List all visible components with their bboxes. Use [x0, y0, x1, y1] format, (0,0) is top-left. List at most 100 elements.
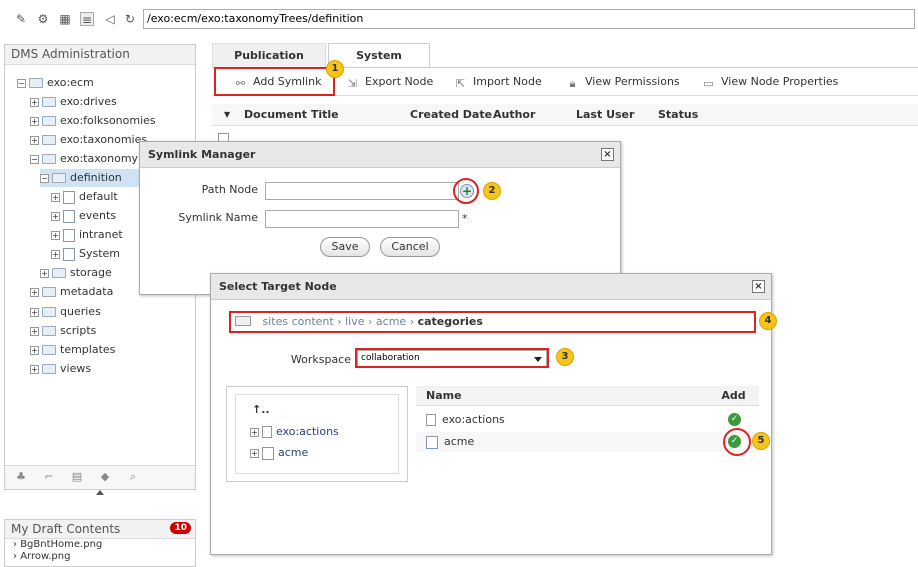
tree-item-exo-ecm[interactable]: − exo:ecm	[17, 74, 94, 92]
tab-publication[interactable]: Publication	[212, 43, 326, 67]
add-check-icon[interactable]: ✓	[728, 413, 741, 426]
drafts-title: My Draft Contents	[11, 522, 121, 536]
top-toolbar: ✎ ⚙ ▦ ≡ ◁ ↻ /exo:ecm/exo:taxonomyTrees/d…	[0, 0, 918, 38]
folder-icon	[52, 173, 66, 183]
save-button[interactable]: Save	[320, 237, 370, 257]
tree-item-system[interactable]: + System	[51, 245, 120, 263]
tree-item-events[interactable]: + events	[51, 207, 116, 225]
tree-item-default[interactable]: + default	[51, 188, 118, 206]
path-node-input[interactable]	[265, 182, 459, 200]
folder-icon	[42, 326, 56, 336]
expand-icon[interactable]: +	[30, 97, 39, 107]
tree-item-acme[interactable]: + acme	[250, 444, 308, 462]
tree-item-storage[interactable]: + storage	[40, 264, 112, 282]
tree-item-exo-taxonomy[interactable]: − exo:taxonomy	[30, 150, 138, 168]
column-created-date[interactable]: Created Date	[410, 108, 492, 121]
tree-view-icon[interactable]: ♣	[13, 470, 29, 486]
edit-icon[interactable]: ✎	[14, 12, 28, 26]
list-item[interactable]: › Arrow.png	[5, 551, 195, 563]
folder-icon	[42, 135, 56, 145]
sidebar-tabs: ♣ ⌐ ▤ ◆ ⌕	[5, 465, 195, 489]
relation-icon[interactable]: ⌐	[41, 470, 57, 486]
tree-item-scripts[interactable]: + scripts	[30, 322, 96, 340]
list-item[interactable]: › BgBntHome.png	[5, 539, 195, 551]
table-row: acme ✓	[416, 432, 759, 452]
callout-box-4	[229, 311, 756, 333]
expand-icon[interactable]: +	[51, 211, 60, 221]
clipboard-icon[interactable]: ▤	[69, 470, 85, 486]
tree-item-exo-drives[interactable]: + exo:drives	[30, 93, 117, 111]
tree-item-intranet[interactable]: + intranet	[51, 226, 123, 244]
search-icon[interactable]: ⌕	[125, 470, 141, 486]
expand-icon[interactable]: +	[30, 135, 39, 145]
expand-icon[interactable]: +	[250, 427, 259, 437]
column-document-title[interactable]: Document Title	[244, 108, 339, 121]
refresh-icon[interactable]: ↻	[123, 12, 137, 26]
tree-item-exo-folksonomies[interactable]: + exo:folksonomies	[30, 112, 156, 130]
expand-icon[interactable]: +	[40, 268, 49, 278]
tree-item-exo-actions[interactable]: + exo:actions	[250, 423, 339, 441]
up-arrow-icon[interactable]: ↑..	[252, 403, 270, 416]
tab-system[interactable]: System	[328, 43, 430, 67]
callout-box-3	[355, 348, 549, 368]
expand-icon[interactable]: +	[51, 249, 60, 259]
expand-icon[interactable]: +	[51, 192, 60, 202]
expand-icon[interactable]: +	[30, 326, 39, 336]
symlink-name-input[interactable]	[265, 210, 459, 228]
tree-item-metadata[interactable]: + metadata	[30, 283, 113, 301]
tree-item-views[interactable]: + views	[30, 360, 91, 378]
expand-icon[interactable]: +	[30, 287, 39, 297]
document-icon	[426, 435, 438, 449]
expand-icon[interactable]: +	[51, 230, 60, 240]
required-mark: *	[462, 212, 468, 225]
document-icon	[63, 190, 75, 204]
collapse-icon[interactable]: −	[17, 78, 26, 88]
column-author[interactable]: Author	[493, 108, 535, 121]
path-node-label: Path Node	[201, 183, 258, 196]
folder-icon	[52, 268, 66, 278]
import-node-button[interactable]: ⇱ Import Node	[454, 75, 542, 90]
expand-icon[interactable]: +	[30, 307, 39, 317]
folder-icon	[42, 154, 56, 164]
expand-icon[interactable]: +	[30, 116, 39, 126]
grid-icon[interactable]: ▦	[58, 12, 72, 26]
tree-item-exo-taxonomies[interactable]: + exo:taxonomies	[30, 131, 147, 149]
document-icon	[262, 446, 274, 460]
folder-icon	[42, 307, 56, 317]
tree-item-queries[interactable]: + queries	[30, 303, 101, 321]
export-node-button[interactable]: ⇲ Export Node	[346, 75, 433, 90]
sort-arrow-icon[interactable]: ▼	[224, 110, 230, 119]
symlink-manager-dialog: Symlink Manager × Path Node + Symlink Na…	[139, 141, 621, 295]
expand-icon[interactable]: +	[30, 345, 39, 355]
close-icon[interactable]: ×	[601, 148, 614, 161]
document-icon	[63, 228, 75, 242]
list-icon[interactable]: ≡	[80, 12, 94, 27]
node-table: Name Add exo:actions ✓ acme ✓	[416, 386, 759, 452]
drafts-count-badge: 10	[170, 522, 191, 534]
address-bar[interactable]: /exo:ecm/exo:taxonomyTrees/definition	[143, 9, 915, 29]
cancel-button[interactable]: Cancel	[380, 237, 440, 257]
file-icon	[262, 426, 272, 438]
column-add: Add	[708, 386, 759, 406]
tree-item-definition[interactable]: − definition	[40, 169, 140, 187]
tree-item-templates[interactable]: + templates	[30, 341, 115, 359]
column-status[interactable]: Status	[658, 108, 698, 121]
column-last-user[interactable]: Last User	[576, 108, 634, 121]
column-name: Name	[416, 386, 708, 406]
collapse-arrow-icon[interactable]	[96, 490, 104, 495]
view-node-properties-button[interactable]: ▭ View Node Properties	[702, 75, 838, 90]
collapse-icon[interactable]: −	[30, 154, 39, 164]
expand-icon[interactable]: +	[250, 448, 259, 458]
sidebar-title: DMS Administration	[5, 45, 195, 65]
collapse-icon[interactable]: −	[40, 173, 49, 183]
export-icon: ⇲	[347, 77, 358, 90]
callout-badge-1: 1	[326, 60, 344, 78]
tag-icon[interactable]: ◆	[97, 470, 113, 486]
close-icon[interactable]: ×	[752, 280, 765, 293]
folder-icon	[42, 364, 56, 374]
back-icon[interactable]: ◁	[103, 12, 117, 26]
gear-icon[interactable]: ⚙	[36, 12, 50, 26]
callout-badge-5: 5	[752, 432, 770, 450]
view-permissions-button[interactable]: 🔒︎ View Permissions	[566, 75, 680, 90]
expand-icon[interactable]: +	[30, 364, 39, 374]
